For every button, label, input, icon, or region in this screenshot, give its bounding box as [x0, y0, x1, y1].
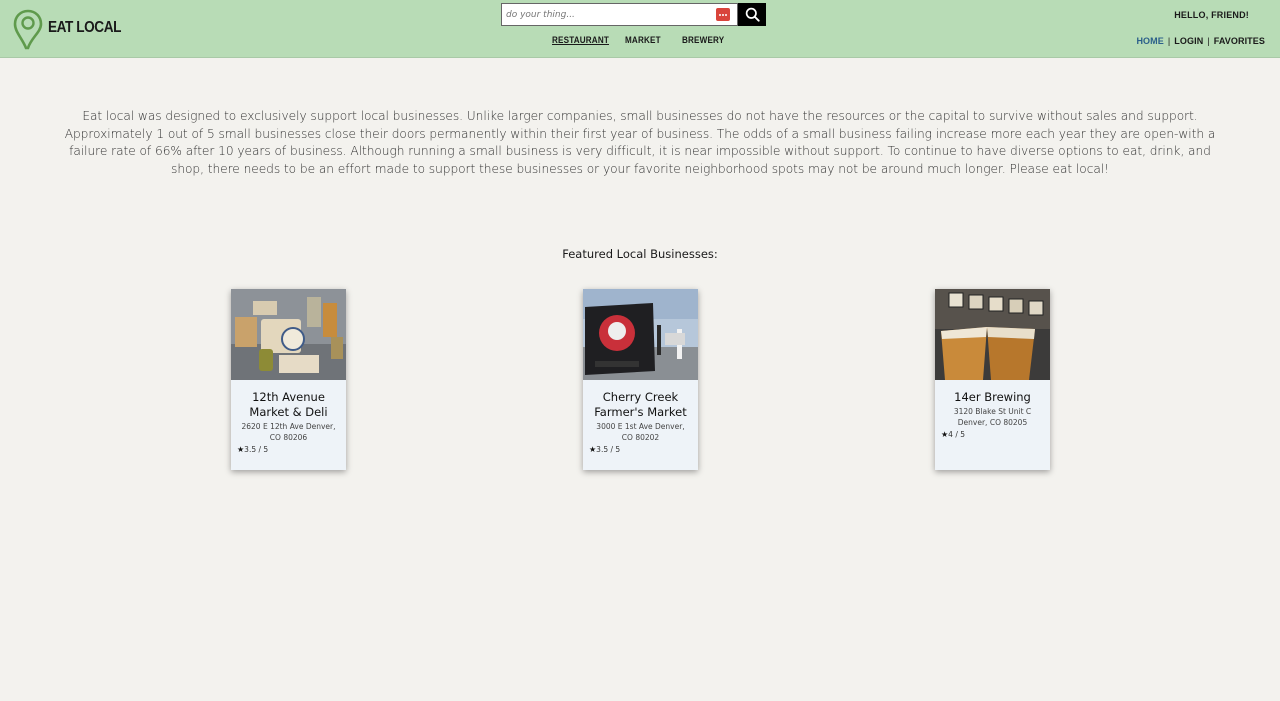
nav-separator: |: [1167, 36, 1171, 46]
business-name: Cherry Creek Farmer's Market: [594, 390, 687, 419]
business-photo: [231, 289, 346, 380]
business-address: 3120 Blake St Unit C Denver, CO 80205: [953, 407, 1032, 427]
category-brewery[interactable]: BREWERY: [682, 35, 724, 45]
business-photo: [935, 289, 1050, 380]
business-rating: ★3.5 / 5: [589, 445, 698, 454]
featured-title: Featured Local Businesses:: [562, 247, 718, 261]
nav-login[interactable]: LOGIN: [1174, 36, 1203, 46]
rating-value: 3.5 / 5: [596, 445, 621, 454]
search-input[interactable]: [501, 3, 738, 26]
greeting: HELLO, FRIEND!: [1174, 10, 1249, 20]
business-card[interactable]: 14er Brewing 3120 Blake St Unit C Denver…: [935, 289, 1050, 470]
search-button[interactable]: [738, 3, 766, 26]
category-nav: RESTAURANT MARKET BREWERY: [0, 35, 1280, 49]
business-name: 14er Brewing: [954, 390, 1031, 404]
rating-value: 4 / 5: [948, 430, 966, 439]
business-photo: [583, 289, 698, 380]
business-card[interactable]: Cherry Creek Farmer's Market 3000 E 1st …: [583, 289, 698, 470]
business-address: 3000 E 1st Ave Denver, CO 80202: [596, 422, 685, 442]
nav-separator: |: [1207, 36, 1210, 46]
search-icon: [745, 7, 760, 22]
site-header: EAT LOCAL RESTAURANT MARKET BREWERY HELL…: [0, 0, 1280, 58]
business-address: 2620 E 12th Ave Denver, CO 80206: [241, 422, 336, 442]
category-market[interactable]: MARKET: [625, 35, 661, 45]
nav-home[interactable]: HOME: [1136, 36, 1163, 46]
category-restaurant[interactable]: RESTAURANT: [552, 35, 609, 45]
password-manager-icon[interactable]: [716, 8, 730, 21]
business-rating: ★3.5 / 5: [237, 445, 346, 454]
intro-text: Eat local was designed to exclusively su…: [64, 109, 1216, 176]
business-card[interactable]: 12th Avenue Market & Deli 2620 E 12th Av…: [231, 289, 346, 470]
business-name: 12th Avenue Market & Deli: [249, 390, 328, 419]
nav-favorites[interactable]: FAVORITES: [1214, 36, 1265, 46]
rating-value: 3.5 / 5: [244, 445, 269, 454]
search-bar: [501, 3, 766, 26]
business-rating: ★4 / 5: [941, 430, 1050, 439]
top-nav: HOME | LOGIN | FAVORITES: [1136, 36, 1265, 46]
